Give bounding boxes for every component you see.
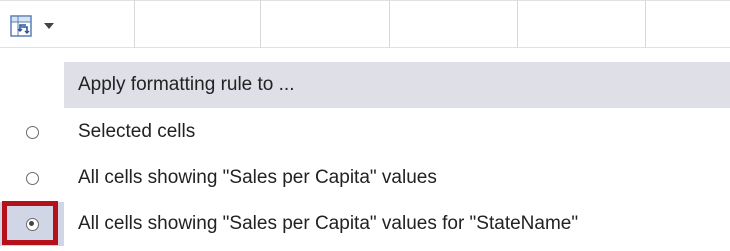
radio-button-checked[interactable] (25, 217, 39, 231)
option-all-cells-sales-per-capita-statename[interactable]: All cells showing "Sales per Capita" val… (0, 202, 730, 246)
radio-wrap (0, 110, 64, 154)
formatting-options-icon[interactable] (4, 9, 38, 42)
grid-column-line (134, 0, 135, 48)
menu-header: Apply formatting rule to ... (64, 62, 730, 108)
radio-wrap (0, 156, 64, 200)
chevron-down-icon[interactable] (38, 9, 60, 42)
radio-wrap (0, 202, 64, 246)
apply-rule-menu: Apply formatting rule to ... Selected ce… (0, 48, 730, 251)
option-label[interactable]: Selected cells (64, 121, 195, 143)
radio-button[interactable] (25, 125, 39, 139)
option-label[interactable]: All cells showing "Sales per Capita" val… (64, 213, 578, 235)
grid-row-line (0, 0, 730, 1)
grid-column-line (517, 0, 518, 48)
option-label[interactable]: All cells showing "Sales per Capita" val… (64, 167, 437, 189)
grid-column-line (645, 0, 646, 48)
radio-button[interactable] (25, 171, 39, 185)
grid-column-line (260, 0, 261, 48)
grid-column-line (389, 0, 390, 48)
spreadsheet-grid (0, 0, 730, 49)
formatting-options-button[interactable] (4, 9, 76, 42)
option-selected-cells[interactable]: Selected cells (0, 110, 730, 154)
option-all-cells-sales-per-capita[interactable]: All cells showing "Sales per Capita" val… (0, 156, 730, 200)
